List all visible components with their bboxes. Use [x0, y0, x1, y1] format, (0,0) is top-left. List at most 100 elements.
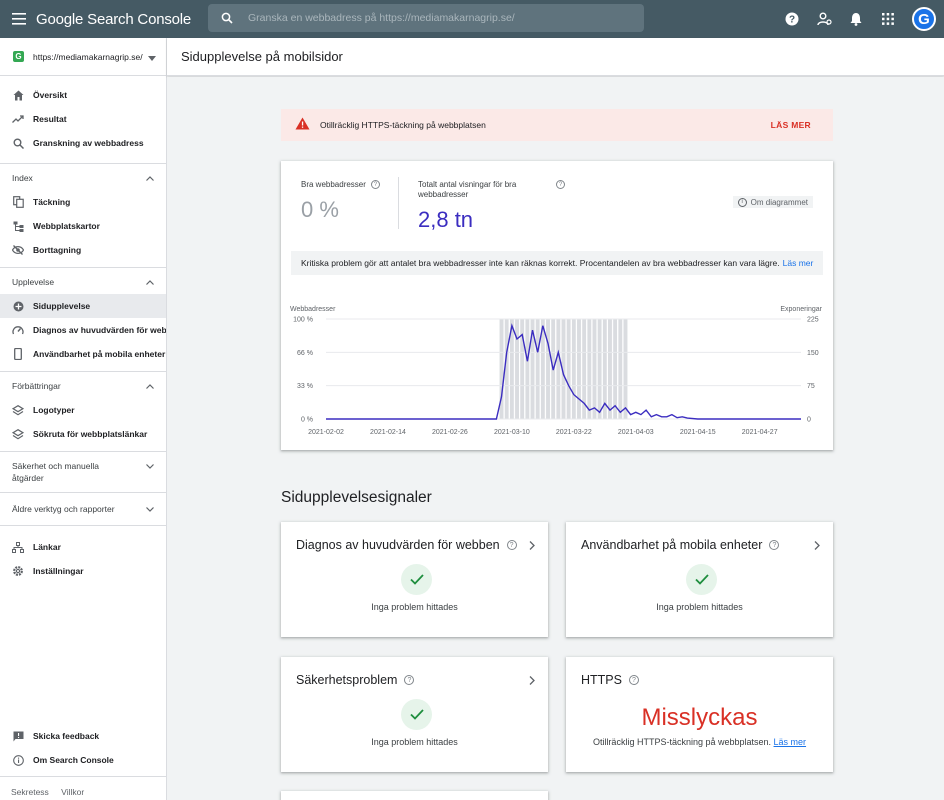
- help-icon[interactable]: ?: [404, 675, 415, 685]
- chart-bar: [524, 318, 530, 420]
- signal-card-security[interactable]: Säkerhetsproblem? Inga problem hittades: [281, 657, 548, 772]
- https-detail: Otillräcklig HTTPS-täckning på webbplats…: [592, 737, 772, 747]
- chart-bar: [612, 318, 618, 420]
- sidebar-item-coverage[interactable]: Täckning: [0, 190, 166, 214]
- property-selector[interactable]: G https://mediamakarnagrip.se/: [0, 38, 166, 76]
- x-tick-label: 2021-04-15: [680, 429, 716, 436]
- about-chart-button[interactable]: i Om diagrammet: [732, 196, 813, 208]
- info-read-more-link[interactable]: Läs mer: [783, 258, 814, 268]
- signal-status: Inga problem hittades: [656, 602, 743, 612]
- menu-button[interactable]: [0, 0, 38, 38]
- privacy-link[interactable]: Sekretess: [11, 787, 49, 797]
- info-text: Kritiska problem gör att antalet bra web…: [301, 258, 780, 268]
- metric-value: 2,8 tn: [418, 207, 474, 232]
- sidebar-item-sitemaps[interactable]: Webbplatskartor: [0, 214, 166, 238]
- url-inspect-search[interactable]: Granska en webbadress på https://mediama…: [208, 4, 644, 32]
- chevron-right-icon[interactable]: [814, 539, 820, 553]
- section-legacy-tools[interactable]: Äldre verktyg och rapporter: [0, 497, 166, 521]
- search-input[interactable]: Granska en webbadress på https://mediama…: [248, 12, 515, 24]
- layers-icon: [12, 404, 24, 416]
- sidebar-item-performance[interactable]: Resultat: [0, 107, 166, 131]
- https-alert-banner: Otillräcklig HTTPS-täckning på webbplats…: [281, 109, 833, 141]
- sidebar-item-about[interactable]: Om Search Console: [0, 748, 166, 772]
- alert-text: Otillräcklig HTTPS-täckning på webbplats…: [320, 120, 486, 130]
- sidebar-item-url-inspection[interactable]: Granskning av webbadress: [0, 131, 166, 155]
- read-more-button[interactable]: LÄS MER: [771, 120, 811, 130]
- help-icon[interactable]: ?: [556, 180, 565, 189]
- sidebar-item-label: Resultat: [33, 114, 67, 124]
- sidebar-item-core-web-vitals[interactable]: Diagnos av huvudvärden för webben: [0, 318, 166, 342]
- account-avatar[interactable]: G: [912, 7, 936, 31]
- chevron-up-icon: [146, 175, 154, 181]
- sidebar-item-send-feedback[interactable]: Skicka feedback: [0, 724, 166, 748]
- help-icon[interactable]: ?: [370, 180, 380, 189]
- section-security[interactable]: Säkerhet och manuella åtgärder: [0, 452, 166, 492]
- feedback-icon: [12, 730, 24, 742]
- chart-bar: [576, 318, 582, 420]
- chart-bar: [571, 318, 577, 420]
- sidebar-item-mobile-usability[interactable]: Användbarhet på mobila enheter: [0, 342, 166, 366]
- chevron-right-icon[interactable]: [529, 674, 535, 688]
- property-icon: G: [13, 51, 24, 62]
- left-tick-label: 0 %: [301, 417, 313, 424]
- metric-label: Bra webbadresser: [301, 180, 366, 189]
- x-tick-label: 2021-02-14: [370, 429, 406, 436]
- sidebar-item-label: Länkar: [33, 542, 61, 552]
- help-icon[interactable]: ?: [769, 540, 780, 550]
- right-tick-label: 75: [807, 383, 815, 390]
- sidebar-item-page-experience[interactable]: Sidupplevelse: [0, 294, 166, 318]
- section-index[interactable]: Index: [0, 166, 166, 190]
- search-icon: [214, 12, 240, 24]
- help-icon[interactable]: ?: [628, 675, 639, 685]
- left-tick-label: 33 %: [297, 383, 313, 390]
- signal-card-cwv[interactable]: Diagnos av huvudvärden för webben? Inga …: [281, 522, 548, 637]
- sidebar-item-label: Användbarhet på mobila enheter: [33, 349, 166, 359]
- signal-title: HTTPS: [581, 673, 622, 687]
- chart-bar: [592, 318, 597, 420]
- help-icon[interactable]: ?: [778, 5, 806, 33]
- signal-card-mobile[interactable]: Användbarhet på mobila enheter? Inga pro…: [566, 522, 833, 637]
- about-chart-label: Om diagrammet: [750, 197, 808, 207]
- sidebar-item-overview[interactable]: Översikt: [0, 83, 166, 107]
- notifications-icon[interactable]: [842, 5, 870, 33]
- help-icon[interactable]: ?: [506, 540, 517, 550]
- property-url: https://mediamakarnagrip.se/: [33, 51, 143, 62]
- x-tick-label: 2021-02-02: [308, 429, 344, 436]
- sidebar-item-label: Sidupplevelse: [33, 301, 91, 311]
- page-title: Sidupplevelse på mobilsidor: [167, 38, 944, 76]
- chart-bar: [535, 318, 541, 420]
- https-fail-status: Misslyckas: [641, 704, 758, 731]
- links-tree-icon: [12, 541, 24, 553]
- apps-grid-icon[interactable]: [874, 5, 902, 33]
- manage-users-icon[interactable]: [810, 5, 838, 33]
- metric-label: Totalt antal visningar för bra webbadres…: [418, 180, 517, 199]
- right-axis-label: Exponeringar: [780, 306, 822, 313]
- section-title: Index: [12, 173, 33, 183]
- critical-info-box: Kritiska problem gör att antalet bra web…: [291, 251, 823, 275]
- impressions-metric[interactable]: Totalt antal visningar för bra webbadres…: [418, 180, 568, 233]
- good-urls-metric[interactable]: Bra webbadresser? 0 %: [301, 180, 380, 223]
- sidebar-item-sitelinks-searchbox[interactable]: Sökruta för webbplatslänkar: [0, 422, 166, 446]
- terms-link[interactable]: Villkor: [61, 787, 84, 797]
- trending-up-icon: [12, 113, 24, 125]
- app-title[interactable]: Google Search Console: [36, 11, 206, 28]
- https-read-more-link[interactable]: Läs mer: [774, 737, 807, 747]
- chevron-up-icon: [146, 383, 154, 389]
- sidebar-item-label: Borttagning: [33, 245, 82, 255]
- sidebar-item-logos[interactable]: Logotyper: [0, 398, 166, 422]
- sidebar-item-label: Sökruta för webbplatslänkar: [33, 429, 148, 439]
- sidebar-item-settings[interactable]: Inställningar: [0, 559, 166, 583]
- section-experience[interactable]: Upplevelse: [0, 270, 166, 294]
- sidebar-item-label: Diagnos av huvudvärden för webben: [33, 325, 166, 335]
- sidebar-item-links[interactable]: Länkar: [0, 535, 166, 559]
- sidebar-item-label: Skicka feedback: [33, 731, 100, 741]
- section-enhancements[interactable]: Förbättringar: [0, 374, 166, 398]
- impressions-chart: Webbadresser Exponeringar 100 % 225 66 % 150 3…: [290, 306, 823, 436]
- sidebar-item-removals[interactable]: Borttagning: [0, 238, 166, 262]
- partial-card: [281, 791, 548, 800]
- check-icon: [401, 699, 432, 730]
- chart-bar: [586, 318, 592, 420]
- sidebar: G https://mediamakarnagrip.se/ Översikt …: [0, 38, 167, 800]
- signal-title: Användbarhet på mobila enheter: [581, 538, 763, 552]
- chevron-right-icon[interactable]: [529, 539, 535, 553]
